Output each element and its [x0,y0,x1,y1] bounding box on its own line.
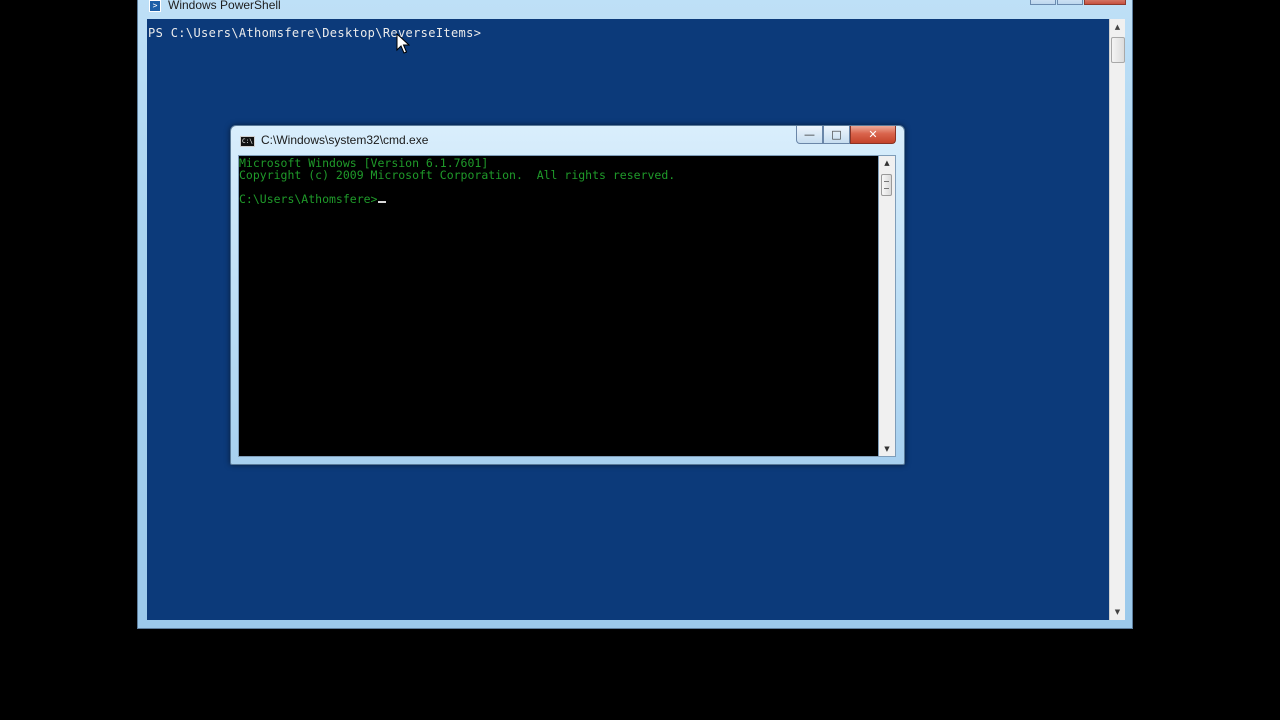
cmd-title: C:\Windows\system32\cmd.exe [261,133,429,147]
cmd-window[interactable]: C:\ C:\Windows\system32\cmd.exe — □ ✕ Mi… [230,125,905,465]
scroll-down-arrow-icon[interactable]: ▼ [1110,604,1125,620]
cmd-minimize-button[interactable]: — [796,126,823,144]
cmd-window-controls: — □ ✕ [796,126,896,146]
powershell-prompt-line: PS C:\Users\Athomsfere\Desktop\ReverseIt… [148,26,482,40]
mouse-cursor-icon [396,33,410,54]
scroll-up-arrow-icon[interactable]: ▲ [1110,19,1125,35]
cmd-prompt-line: C:\Users\Athomsfere> [239,192,387,206]
powershell-maximize-button[interactable] [1057,0,1083,5]
cmd-copyright-line: Copyright (c) 2009 Microsoft Corporation… [239,168,676,182]
powershell-vertical-scrollbar[interactable]: ▲ ▼ [1109,19,1125,620]
cmd-vertical-scrollbar[interactable]: ▲ ▼ [879,155,896,457]
powershell-close-button[interactable] [1084,0,1126,5]
cmd-scroll-thumb[interactable] [881,174,892,196]
cmd-console[interactable]: Microsoft Windows [Version 6.1.7601] Cop… [238,155,879,457]
scroll-up-arrow-icon[interactable]: ▲ [879,156,895,170]
powershell-minimize-button[interactable] [1030,0,1056,5]
cmd-maximize-button[interactable]: □ [823,126,850,144]
scroll-down-arrow-icon[interactable]: ▼ [879,442,895,456]
powershell-window-controls [1029,0,1126,11]
powershell-title: Windows PowerShell [168,0,281,12]
text-cursor-icon [378,201,387,203]
cmd-close-button[interactable]: ✕ [850,126,896,144]
powershell-titlebar[interactable]: > Windows PowerShell [138,0,1132,19]
cmd-prompt-text: C:\Users\Athomsfere> [239,192,378,206]
cmd-icon: C:\ [240,136,255,147]
powershell-icon: > [149,0,161,12]
powershell-scroll-thumb[interactable] [1111,37,1125,63]
